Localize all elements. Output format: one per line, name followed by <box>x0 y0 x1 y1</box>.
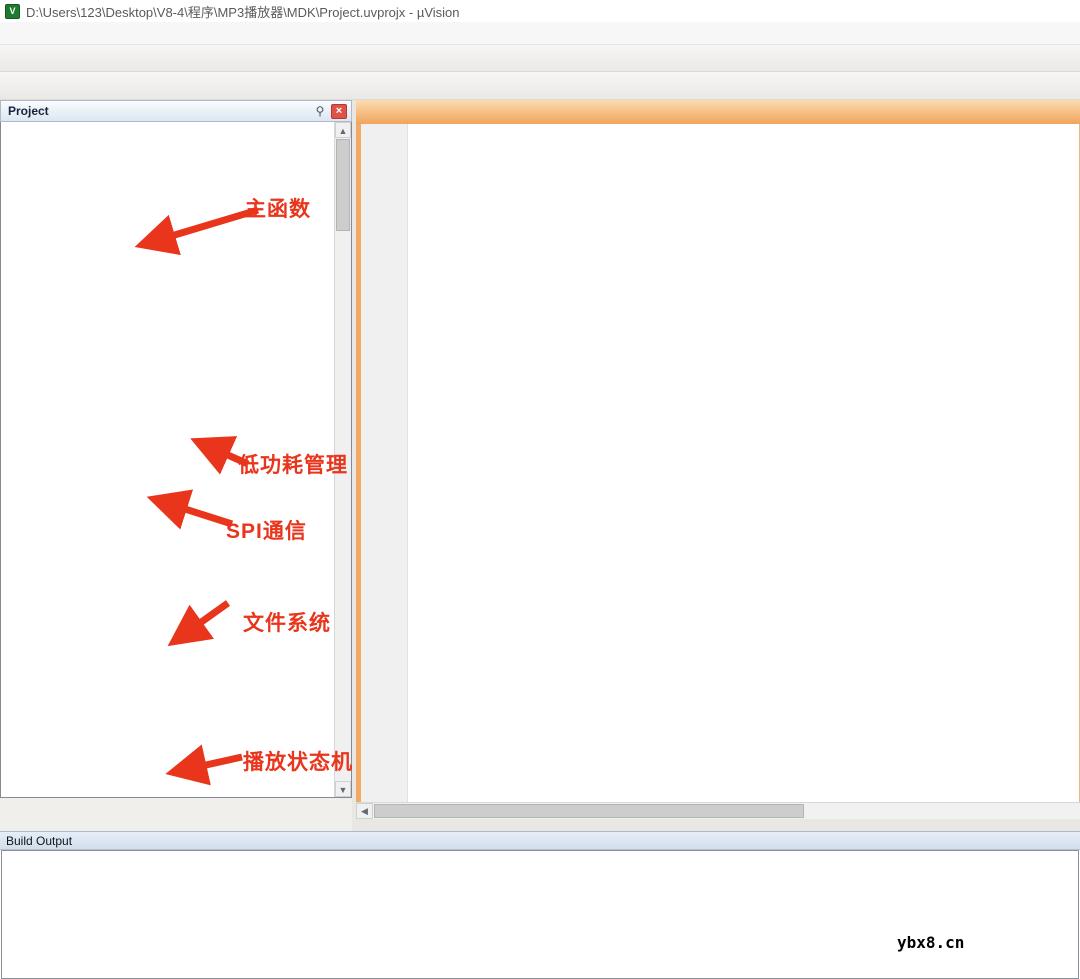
scroll-down-icon[interactable]: ▼ <box>335 781 351 797</box>
window-title: D:\Users\123\Desktop\V8-4\程序\MP3播放器\MDK\… <box>26 2 460 21</box>
panel-tab-bar <box>0 802 352 828</box>
code-area[interactable] <box>356 124 1080 802</box>
pin-icon[interactable]: ⚲ <box>312 104 328 118</box>
editor-filler <box>356 819 1080 831</box>
editor: ◀ <box>356 100 1080 831</box>
project-panel-header: Project ⚲ × <box>0 100 352 122</box>
project-tree: ▲ ▼ <box>0 122 352 798</box>
scrollbar-thumb[interactable] <box>336 139 350 231</box>
menubar <box>0 22 1080 45</box>
uvision-window: V D:\Users\123\Desktop\V8-4\程序\MP3播放器\MD… <box>0 0 1080 979</box>
hscrollbar-thumb[interactable] <box>374 804 804 818</box>
build-output-header: Build Output <box>0 831 1080 850</box>
editor-hscrollbar[interactable]: ◀ <box>356 802 1080 819</box>
close-panel-button[interactable]: × <box>331 104 347 119</box>
uvision-logo-icon: V <box>5 4 20 19</box>
titlebar: V D:\Users\123\Desktop\V8-4\程序\MP3播放器\MD… <box>0 0 1080 22</box>
project-panel-title: Project <box>8 104 312 118</box>
main-area: Project ⚲ × ▲ ▼ <box>0 100 1080 831</box>
toolbar-build <box>0 72 1080 100</box>
editor-tab-bar <box>356 100 1080 124</box>
build-output-title: Build Output <box>6 834 72 848</box>
tree-scrollbar[interactable]: ▲ ▼ <box>334 122 351 797</box>
build-output-content[interactable] <box>1 850 1079 979</box>
project-panel: Project ⚲ × ▲ ▼ <box>0 100 352 831</box>
watermark: ybx8.cn <box>897 933 964 952</box>
scroll-left-icon[interactable]: ◀ <box>356 803 373 819</box>
scroll-up-icon[interactable]: ▲ <box>335 122 351 138</box>
toolbar-file <box>0 45 1080 72</box>
